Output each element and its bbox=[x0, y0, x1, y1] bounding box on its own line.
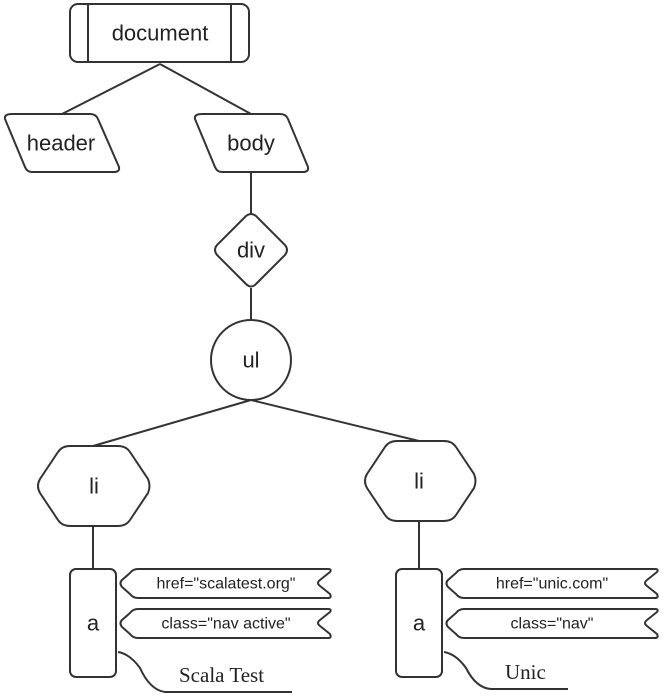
text-node-left-label: Scala Test bbox=[179, 663, 264, 687]
attribute-left-class[interactable]: class="nav active" bbox=[119, 608, 332, 639]
attribute-right-href[interactable]: href="unic.com" bbox=[445, 568, 659, 599]
text-node-left[interactable]: Scala Test bbox=[117, 651, 292, 693]
node-header[interactable]: header bbox=[3, 113, 121, 173]
text-node-right[interactable]: Unic bbox=[443, 651, 568, 690]
node-document-label: document bbox=[112, 21, 209, 46]
node-ul[interactable]: ul bbox=[210, 319, 292, 401]
node-li-left[interactable]: li bbox=[37, 445, 151, 527]
node-ul-label: ul bbox=[242, 348, 259, 373]
node-li-left-label: li bbox=[89, 474, 99, 499]
text-node-right-label: Unic bbox=[505, 660, 546, 684]
node-a-right[interactable]: a bbox=[395, 568, 443, 678]
node-a-left[interactable]: a bbox=[69, 568, 117, 678]
node-body-label: body bbox=[227, 131, 275, 156]
node-a-left-label: a bbox=[87, 611, 100, 636]
node-body[interactable]: body bbox=[193, 113, 310, 173]
node-div[interactable]: div bbox=[214, 213, 288, 288]
node-li-right-label: li bbox=[414, 469, 424, 494]
edge-document-header bbox=[61, 63, 161, 115]
edge-ul-li-right bbox=[250, 399, 420, 442]
node-header-label: header bbox=[27, 131, 96, 156]
node-document[interactable]: document bbox=[69, 3, 250, 63]
attribute-left-class-label: class="nav active" bbox=[161, 616, 290, 633]
attribute-right-class-label: class="nav" bbox=[511, 616, 594, 633]
dom-tree-diagram: document header body div ul li li a a hr… bbox=[3, 3, 659, 693]
attribute-right-href-label: href="unic.com" bbox=[496, 576, 608, 593]
node-li-right[interactable]: li bbox=[364, 440, 477, 522]
edge-document-body bbox=[159, 63, 252, 115]
node-div-label: div bbox=[237, 238, 265, 263]
attribute-right-class[interactable]: class="nav" bbox=[445, 608, 659, 639]
attribute-left-href-label: href="scalatest.org" bbox=[157, 576, 296, 593]
edge-ul-li-left bbox=[92, 399, 252, 447]
node-a-right-label: a bbox=[413, 611, 426, 636]
attribute-left-href[interactable]: href="scalatest.org" bbox=[119, 568, 332, 599]
